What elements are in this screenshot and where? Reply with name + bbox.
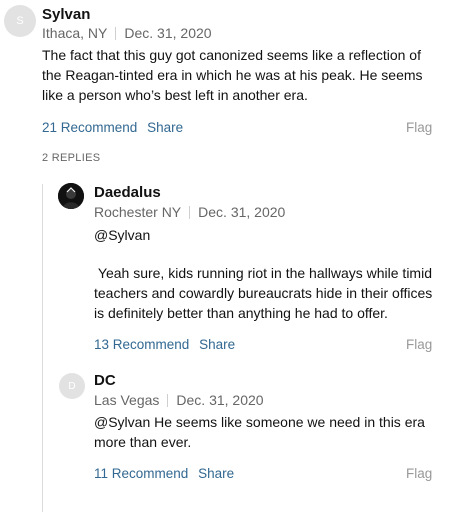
comment-date: Dec. 31, 2020 — [124, 25, 212, 41]
reply-text: Yeah sure, kids running riot in the hall… — [94, 265, 437, 321]
comment-text: The fact that this guy got canonized see… — [42, 47, 423, 103]
meta-divider — [167, 394, 169, 407]
avatar-photo-icon — [58, 183, 84, 209]
share-button[interactable]: Share — [198, 466, 234, 481]
flag-button[interactable]: Flag — [406, 466, 432, 481]
flag-button[interactable]: Flag — [406, 337, 432, 352]
comment-location: Ithaca, NY — [42, 25, 108, 41]
comment-actions: 21 Recommend Share — [42, 120, 183, 135]
reply-text: @Sylvan He seems like someone we need in… — [94, 414, 425, 450]
avatar: S — [4, 5, 36, 37]
comment-author[interactable]: Sylvan — [42, 6, 90, 23]
reply-location: Rochester NY — [94, 204, 182, 220]
avatar: D — [59, 373, 85, 399]
reply-meta: Las Vegas Dec. 31, 2020 — [94, 392, 264, 408]
reply-body: @Sylvan Yeah sure, kids running riot in … — [94, 225, 434, 323]
replies-toggle[interactable]: 2 REPLIES — [42, 152, 100, 164]
comment-body: The fact that this guy got canonized see… — [42, 45, 434, 105]
reply-meta: Rochester NY Dec. 31, 2020 — [94, 204, 285, 220]
comment-meta: Ithaca, NY Dec. 31, 2020 — [42, 25, 212, 41]
share-button[interactable]: Share — [147, 120, 183, 135]
reply-author[interactable]: DC — [94, 372, 116, 389]
meta-divider — [115, 27, 117, 40]
reply-body: @Sylvan He seems like someone we need in… — [94, 412, 434, 452]
reply-actions: 13 Recommend Share — [94, 337, 235, 352]
user-photo-icon — [58, 183, 84, 209]
reply-actions: 11 Recommend Share — [94, 466, 234, 481]
flag-button[interactable]: Flag — [406, 120, 432, 135]
reply-location: Las Vegas — [94, 392, 160, 408]
reply-mention: @Sylvan — [94, 227, 151, 243]
reply-date: Dec. 31, 2020 — [198, 204, 286, 220]
meta-divider — [189, 206, 191, 219]
reply-author[interactable]: Daedalus — [94, 184, 161, 201]
recommend-button[interactable]: 13 Recommend — [94, 337, 189, 352]
recommend-button[interactable]: 11 Recommend — [94, 466, 188, 481]
thread-divider — [42, 184, 43, 512]
share-button[interactable]: Share — [199, 337, 235, 352]
recommend-button[interactable]: 21 Recommend — [42, 120, 137, 135]
reply-date: Dec. 31, 2020 — [176, 392, 264, 408]
